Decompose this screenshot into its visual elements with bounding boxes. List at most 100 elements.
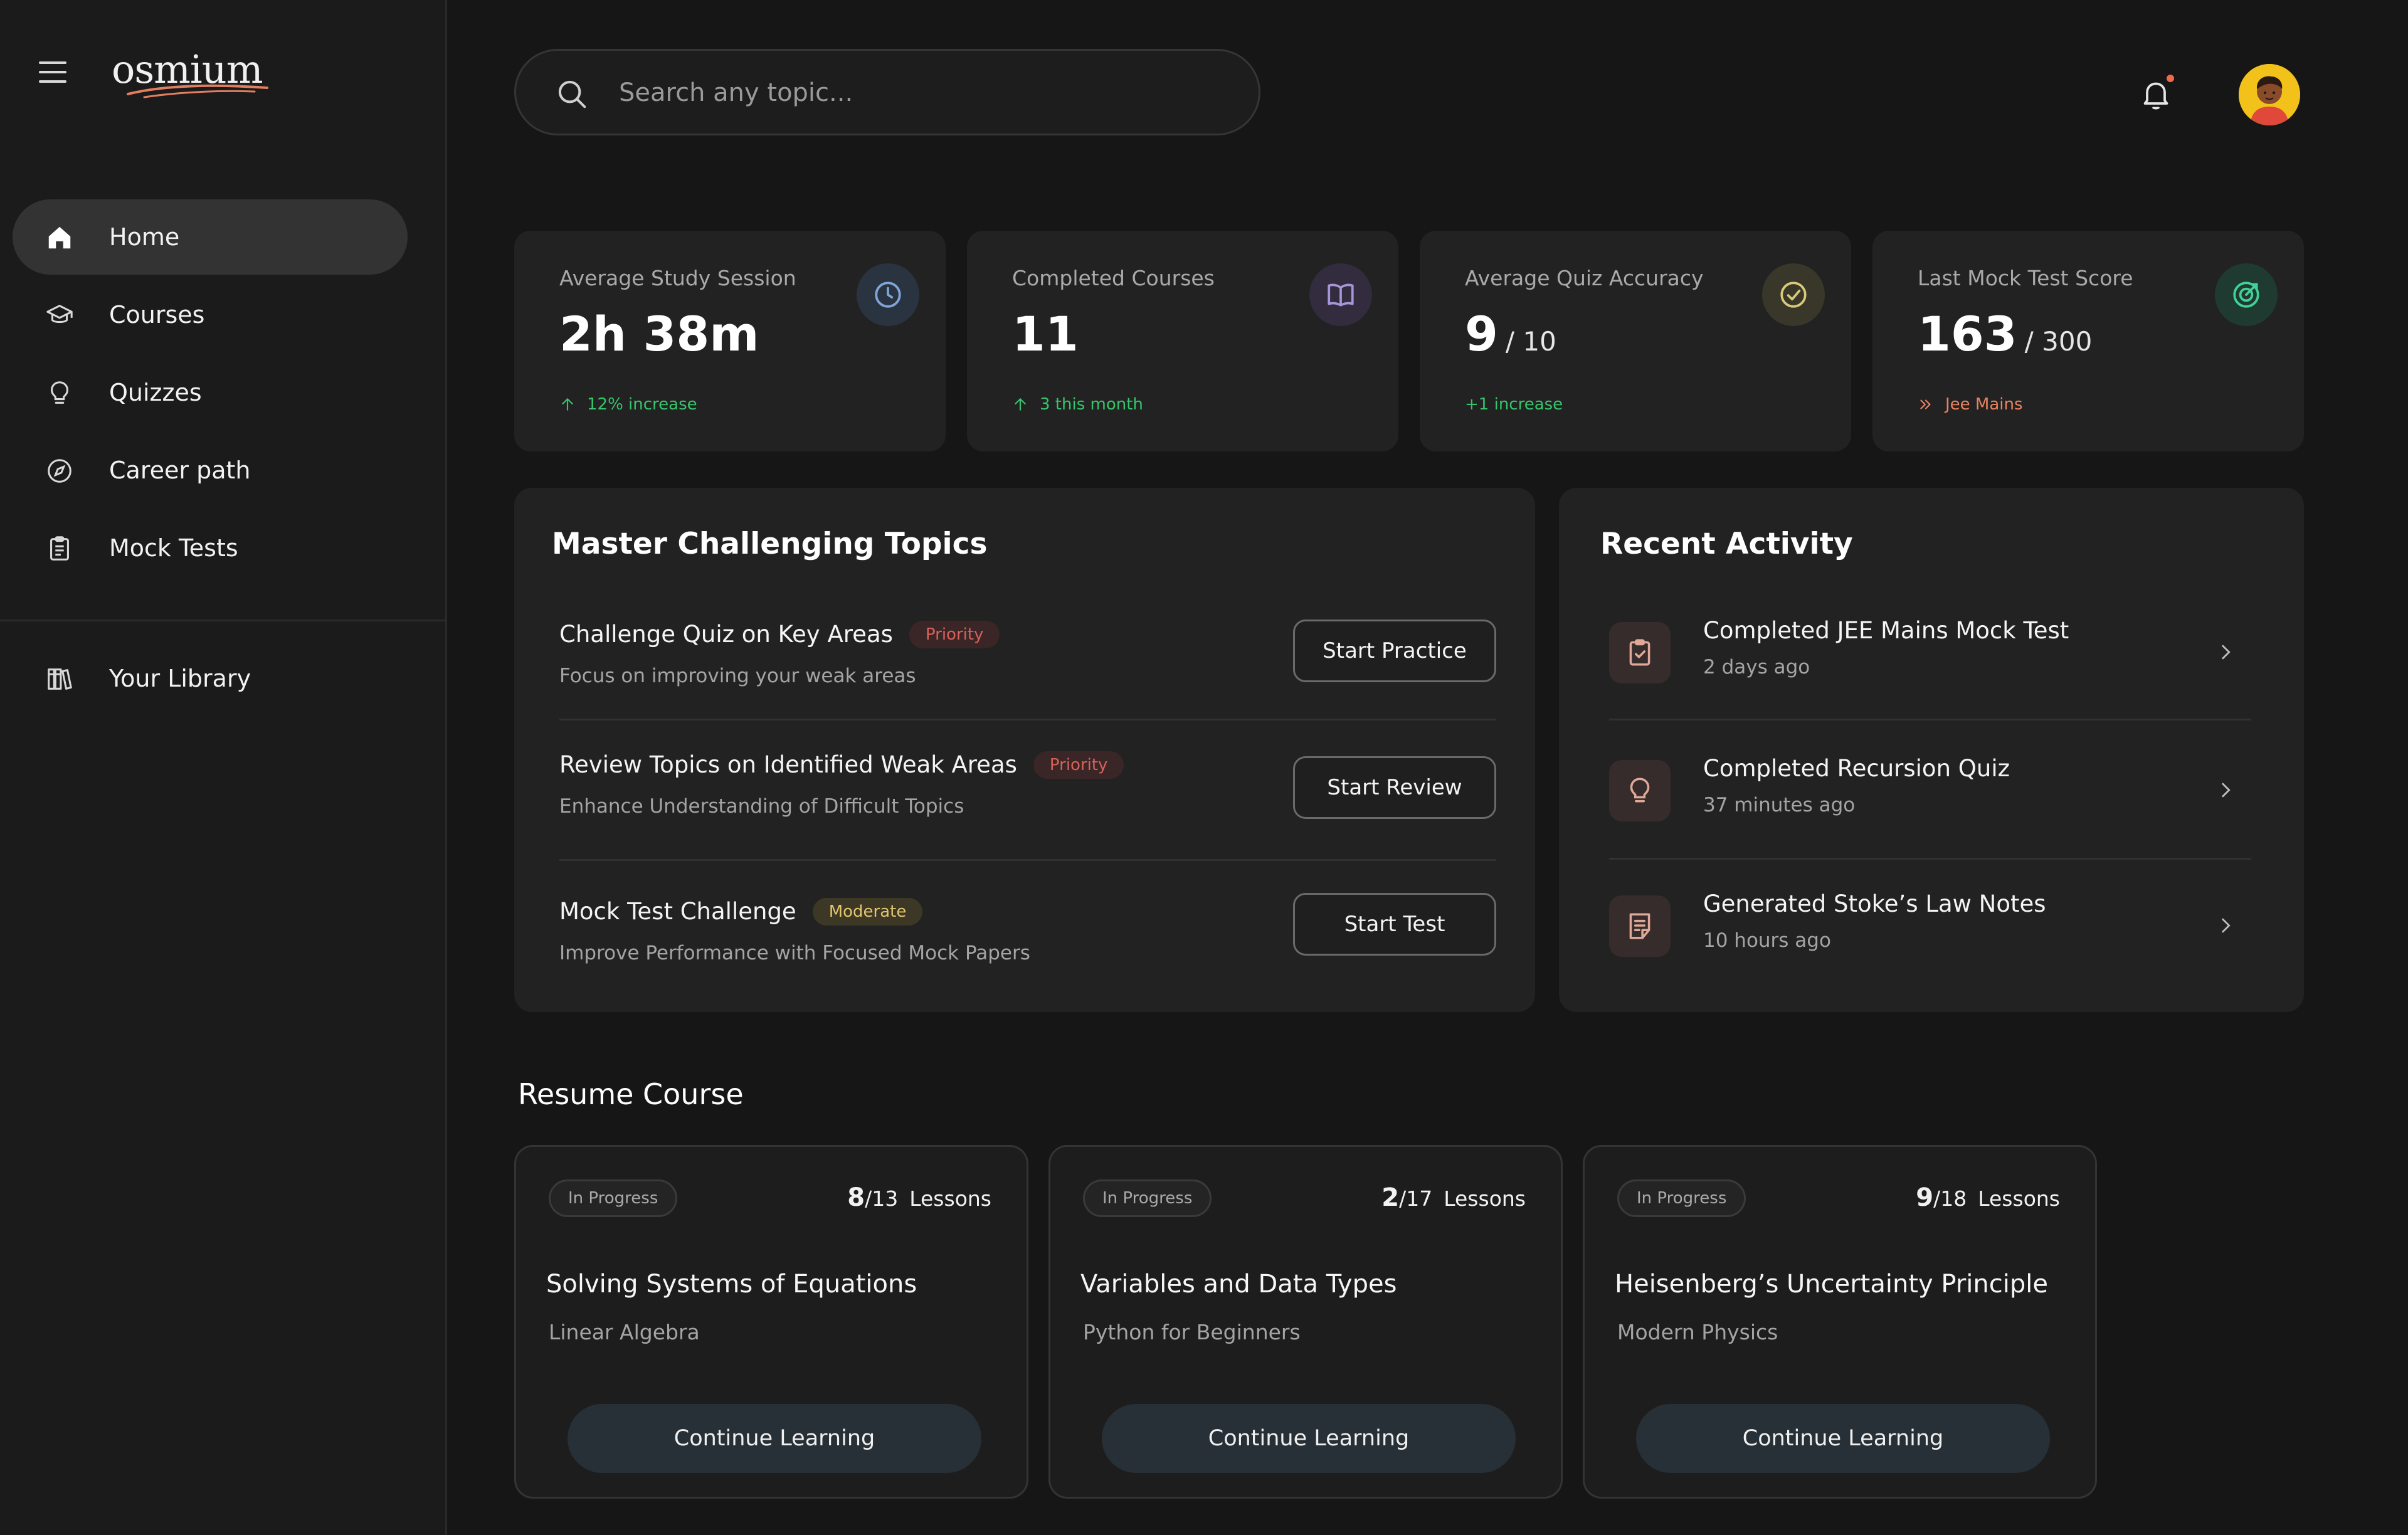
sidebar-item-courses[interactable]: Courses bbox=[13, 277, 408, 352]
topic-description: Enhance Understanding of Difficult Topic… bbox=[559, 795, 964, 818]
priority-badge: Priority bbox=[1033, 751, 1124, 779]
start-test-button[interactable]: Start Test bbox=[1293, 893, 1496, 956]
course-title: Variables and Data Types bbox=[1080, 1270, 1397, 1299]
panel-title: Recent Activity bbox=[1600, 527, 1853, 561]
logo-swoosh-icon bbox=[127, 84, 268, 98]
user-avatar-icon bbox=[2239, 64, 2300, 125]
list-item: Mock Test Challenge Moderate Improve Perf… bbox=[559, 893, 1496, 1036]
sidebar: osmium Home Courses Quizzes Career path … bbox=[0, 0, 447, 1535]
stat-value: 9/ 10 bbox=[1465, 306, 1556, 362]
stat-card-completed-courses: Completed Courses 11 3 this month bbox=[967, 231, 1398, 451]
stat-card-study-session: Average Study Session 2h 38m 12% increas… bbox=[514, 231, 946, 451]
course-title: Solving Systems of Equations bbox=[546, 1270, 917, 1299]
sidebar-item-label: Quizzes bbox=[109, 379, 202, 406]
activity-title: Completed JEE Mains Mock Test bbox=[1703, 617, 2069, 644]
activity-time: 37 minutes ago bbox=[1703, 794, 1856, 816]
topic-description: Improve Performance with Focused Mock Pa… bbox=[559, 942, 1030, 964]
sidebar-item-label: Career path bbox=[109, 456, 251, 484]
notification-dot bbox=[2167, 75, 2174, 82]
chevron-right-icon bbox=[2222, 783, 2231, 798]
clipboard-check-icon bbox=[1609, 622, 1671, 683]
stat-trend: 12% increase bbox=[559, 395, 697, 414]
target-icon bbox=[2215, 263, 2278, 326]
sidebar-item-career-path[interactable]: Career path bbox=[13, 433, 408, 508]
chevron-right-icon bbox=[2222, 645, 2231, 660]
search-placeholder: Search any topic... bbox=[619, 78, 853, 107]
activity-item[interactable]: Generated Stoke’s Law Notes 10 hours ago bbox=[1609, 890, 2249, 972]
lesson-count: 2/17 Lessons bbox=[1381, 1183, 1526, 1212]
divider bbox=[559, 719, 1496, 720]
stat-title: Completed Courses bbox=[1012, 266, 1215, 290]
list-item: Challenge Quiz on Key Areas Priority Focu… bbox=[559, 620, 1496, 759]
notes-icon bbox=[1609, 895, 1671, 957]
sidebar-item-mock-tests[interactable]: Mock Tests bbox=[13, 510, 408, 586]
moderate-badge: Moderate bbox=[812, 898, 923, 926]
course-card: In Progress 2/17 Lessons Variables and Da… bbox=[1048, 1145, 1563, 1499]
recent-activity-panel: Recent Activity Completed JEE Mains Mock… bbox=[1559, 488, 2304, 1012]
logo[interactable]: osmium bbox=[112, 46, 281, 103]
stat-trend: Jee Mains bbox=[1918, 395, 2023, 414]
stat-title: Last Mock Test Score bbox=[1918, 266, 2133, 290]
clock-icon bbox=[857, 263, 919, 326]
continue-learning-button[interactable]: Continue Learning bbox=[568, 1404, 981, 1473]
search-input[interactable]: Search any topic... bbox=[514, 49, 1260, 135]
activity-title: Generated Stoke’s Law Notes bbox=[1703, 890, 2046, 917]
stat-value: 11 bbox=[1012, 306, 1079, 362]
challenging-topics-panel: Master Challenging Topics Challenge Quiz… bbox=[514, 488, 1535, 1012]
chevron-right-icon bbox=[2222, 918, 2231, 933]
start-practice-button[interactable]: Start Practice bbox=[1293, 620, 1496, 682]
clipboard-icon bbox=[50, 536, 69, 561]
avatar[interactable] bbox=[2239, 64, 2300, 125]
stat-card-mock-test-score: Last Mock Test Score 163/ 300 Jee Mains bbox=[1872, 231, 2304, 451]
divider bbox=[1609, 719, 2251, 720]
status-badge: In Progress bbox=[1617, 1179, 1746, 1217]
stat-card-quiz-accuracy: Average Quiz Accuracy 9/ 10 +1 increase bbox=[1420, 231, 1851, 451]
continue-learning-button[interactable]: Continue Learning bbox=[1636, 1404, 2050, 1473]
activity-item[interactable]: Completed JEE Mains Mock Test 2 days ago bbox=[1609, 617, 2249, 699]
status-badge: In Progress bbox=[1083, 1179, 1212, 1217]
dashboard-app: osmium Home Courses Quizzes Career path … bbox=[0, 0, 2408, 1535]
sidebar-item-label: Your Library bbox=[109, 665, 251, 692]
divider bbox=[559, 859, 1496, 861]
compass-icon bbox=[48, 459, 71, 483]
arrow-up-icon bbox=[562, 398, 573, 411]
sidebar-nav: Home Courses Quizzes Career path Mock Te… bbox=[13, 199, 408, 588]
course-subject: Python for Beginners bbox=[1083, 1320, 1301, 1344]
library-icon bbox=[48, 668, 72, 690]
activity-time: 2 days ago bbox=[1703, 656, 1810, 678]
course-card: In Progress 9/18 Lessons Heisenberg’s Unc… bbox=[1583, 1145, 2097, 1499]
lesson-count: 8/13 Lessons bbox=[847, 1183, 991, 1212]
sidebar-item-label: Courses bbox=[109, 301, 205, 329]
list-item: Review Topics on Identified Weak Areas Pr… bbox=[559, 751, 1496, 889]
lesson-count: 9/18 Lessons bbox=[1916, 1183, 2060, 1212]
stat-trend: 3 this month bbox=[1012, 395, 1143, 414]
book-open-icon bbox=[1309, 263, 1372, 326]
stat-trend: +1 increase bbox=[1465, 395, 1563, 414]
topic-title: Mock Test Challenge Moderate bbox=[559, 898, 923, 926]
sidebar-divider bbox=[0, 620, 445, 621]
stat-value: 163/ 300 bbox=[1918, 306, 2093, 362]
activity-item[interactable]: Completed Recursion Quiz 37 minutes ago bbox=[1609, 755, 2249, 836]
sidebar-item-quizzes[interactable]: Quizzes bbox=[13, 355, 408, 430]
stat-title: Average Quiz Accuracy bbox=[1465, 266, 1704, 290]
course-card: In Progress 8/13 Lessons Solving Systems … bbox=[514, 1145, 1028, 1499]
sidebar-item-home[interactable]: Home bbox=[13, 199, 408, 275]
start-review-button[interactable]: Start Review bbox=[1293, 756, 1496, 819]
stat-value: 2h 38m bbox=[559, 306, 759, 362]
sidebar-item-label: Home bbox=[109, 223, 180, 251]
sidebar-item-your-library[interactable]: Your Library bbox=[13, 641, 408, 716]
hamburger-menu-icon[interactable] bbox=[39, 61, 66, 84]
topic-title: Challenge Quiz on Key Areas Priority bbox=[559, 621, 1000, 648]
arrow-up-icon bbox=[1015, 398, 1026, 411]
notification-bell-icon[interactable] bbox=[2138, 75, 2174, 113]
activity-title: Completed Recursion Quiz bbox=[1703, 755, 2010, 782]
home-icon bbox=[48, 226, 71, 249]
course-title: Heisenberg’s Uncertainty Principle bbox=[1615, 1270, 2048, 1299]
course-subject: Modern Physics bbox=[1617, 1320, 1778, 1344]
activity-time: 10 hours ago bbox=[1703, 929, 1831, 952]
continue-learning-button[interactable]: Continue Learning bbox=[1102, 1404, 1516, 1473]
check-circle-icon bbox=[1762, 263, 1825, 326]
topic-title: Review Topics on Identified Weak Areas Pr… bbox=[559, 751, 1124, 779]
divider bbox=[1609, 858, 2251, 860]
sidebar-item-label: Mock Tests bbox=[109, 534, 238, 562]
